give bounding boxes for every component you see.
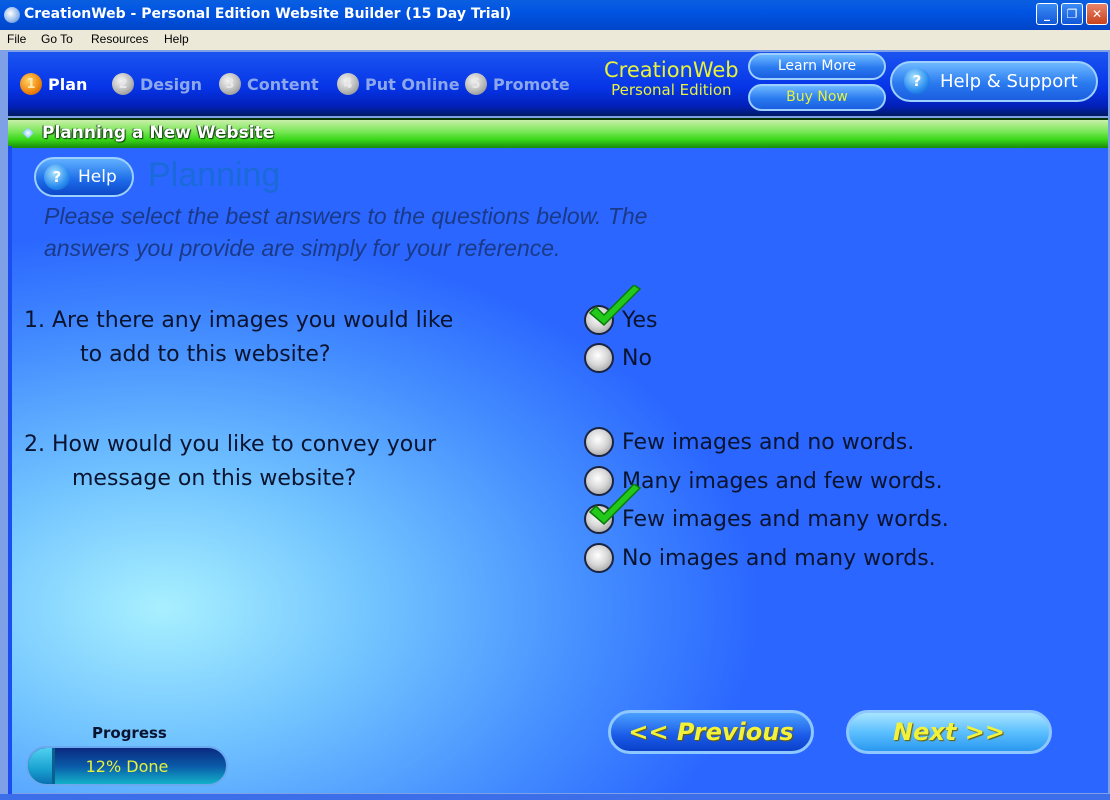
close-button[interactable]: ✕ <box>1086 3 1108 25</box>
title-bar: CreationWeb - Personal Edition Website B… <box>0 0 1110 30</box>
checkmark-icon <box>588 285 642 327</box>
step-design[interactable]: 2 Design <box>112 72 202 96</box>
option-label: No <box>622 345 652 371</box>
buy-now-button[interactable]: Buy Now <box>748 84 886 111</box>
option-no-images-many-words[interactable]: No images and many words. <box>584 540 936 576</box>
question-1: 1. Are there any images you would like t… <box>24 304 453 372</box>
help-support-button[interactable]: ? Help & Support <box>890 61 1098 102</box>
checkmark-icon <box>588 484 642 526</box>
step-number-icon: 2 <box>112 73 134 95</box>
menu-bar: File Go To Resources Help <box>0 30 1110 50</box>
restore-icon: ❐ <box>1066 7 1078 21</box>
option-label: Many images and few words. <box>622 468 943 494</box>
step-label: Promote <box>493 74 570 94</box>
help-support-label: Help & Support <box>940 71 1078 92</box>
menu-go-to[interactable]: Go To <box>41 32 73 46</box>
minimize-icon: _ <box>1044 7 1050 21</box>
question-icon: ? <box>44 164 70 190</box>
step-plan[interactable]: 1 Plan <box>20 72 87 96</box>
window-bottom-border <box>0 794 1110 800</box>
question-text: 1. Are there any images you would like <box>24 308 454 333</box>
option-yes[interactable]: Yes <box>584 285 658 338</box>
restore-button[interactable]: ❐ <box>1061 3 1083 25</box>
diamond-bullet-icon <box>22 127 34 139</box>
radio-button[interactable] <box>584 427 614 457</box>
page-title: Planning <box>148 156 281 194</box>
section-title: Planning a New Website <box>42 123 275 143</box>
option-label: Few images and many words. <box>622 506 949 532</box>
question-text: 2. How would you like to convey your <box>24 432 437 457</box>
progress-text: 12% Done <box>85 757 169 776</box>
step-number-icon: 5 <box>465 73 487 95</box>
option-few-images-many-words[interactable]: Few images and many words. <box>584 484 949 537</box>
brand-name: CreationWeb <box>604 58 739 82</box>
radio-button[interactable] <box>584 285 642 335</box>
section-header: Planning a New Website <box>8 118 1108 148</box>
step-put-online[interactable]: 4 Put Online <box>337 72 460 96</box>
option-no[interactable]: No <box>584 340 652 376</box>
help-button-label: Help <box>78 167 117 187</box>
next-button[interactable]: Next >> <box>846 710 1052 754</box>
question-2: 2. How would you like to convey your mes… <box>24 428 436 496</box>
previous-button[interactable]: << Previous <box>608 710 814 754</box>
step-content[interactable]: 3 Content <box>219 72 319 96</box>
question-icon: ? <box>904 68 930 94</box>
instructions-text: Please select the best answers to the qu… <box>44 203 648 261</box>
close-icon: ✕ <box>1091 7 1103 21</box>
step-label: Put Online <box>365 74 460 94</box>
brand-edition: Personal Edition <box>611 81 732 99</box>
radio-button[interactable] <box>584 543 614 573</box>
question-text: message on this website? <box>72 466 357 491</box>
radio-button[interactable] <box>584 484 642 534</box>
help-button[interactable]: ? Help <box>34 157 134 197</box>
option-label: Few images and no words. <box>622 429 915 455</box>
app-icon <box>4 7 20 23</box>
menu-file[interactable]: File <box>7 32 26 46</box>
question-text: to add to this website? <box>80 342 331 367</box>
option-label: No images and many words. <box>622 545 936 571</box>
minimize-button[interactable]: _ <box>1036 3 1058 25</box>
step-label: Content <box>247 74 319 94</box>
radio-button[interactable] <box>584 343 614 373</box>
brand-logo: CreationWeb Personal Edition <box>604 60 739 98</box>
step-number-icon: 3 <box>219 73 241 95</box>
learn-more-button[interactable]: Learn More <box>748 53 886 80</box>
option-few-images-no-words[interactable]: Few images and no words. <box>584 424 914 460</box>
step-promote[interactable]: 5 Promote <box>465 72 570 96</box>
menu-help[interactable]: Help <box>164 32 189 46</box>
main-content: ? Help Planning Please select the best a… <box>12 148 1108 793</box>
window-title: CreationWeb - Personal Edition Website B… <box>24 6 512 22</box>
progress-label: Progress <box>92 724 167 742</box>
step-label: Design <box>140 74 202 94</box>
progress-bar: 12% Done <box>26 746 228 786</box>
step-label: Plan <box>48 74 88 94</box>
wizard-header: 1 Plan 2 Design 3 Content 4 Put Online 5… <box>8 52 1108 116</box>
menu-resources[interactable]: Resources <box>91 32 148 46</box>
step-number-icon: 4 <box>337 73 359 95</box>
step-number-icon: 1 <box>20 73 42 95</box>
